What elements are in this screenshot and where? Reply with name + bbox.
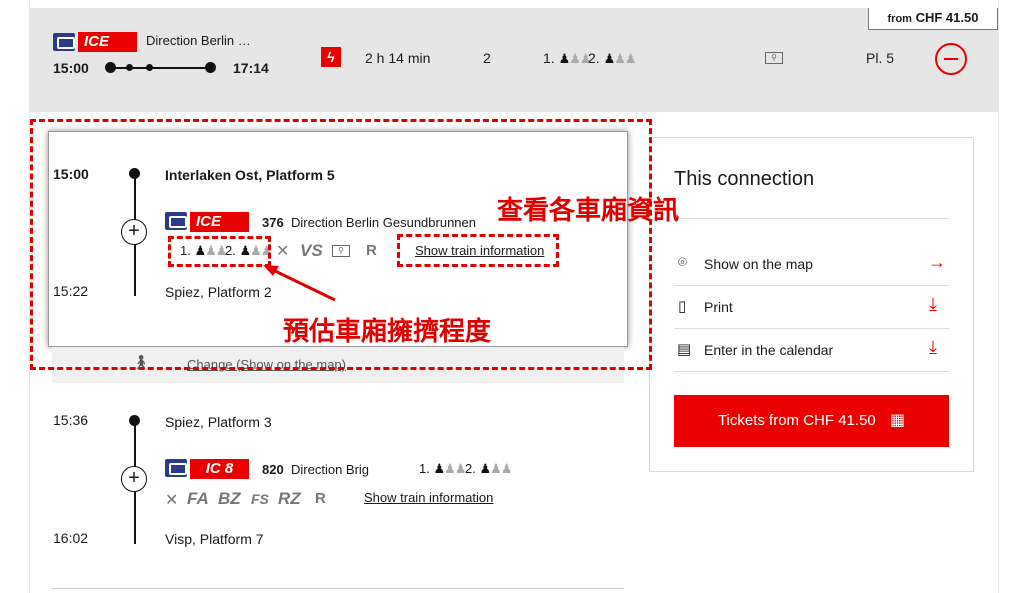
occupancy-first-label: 1. xyxy=(543,50,555,66)
leg2-train-info-link[interactable]: Show train information xyxy=(364,490,493,505)
leg2-direction: Direction Brig xyxy=(291,462,370,477)
occupancy-person-icon: ♟♟♟ xyxy=(603,51,637,66)
print-link[interactable]: Print xyxy=(704,299,733,315)
annotation-arrow-icon xyxy=(263,265,336,302)
feature-r: R xyxy=(315,490,326,507)
realtime-icon: ϟ xyxy=(321,47,341,67)
panel-divider xyxy=(674,285,949,286)
annotation-occupancy: 預估車廂擁擠程度 xyxy=(283,317,492,347)
timeline-end-dot xyxy=(205,62,216,73)
summary-duration: 2 h 14 min xyxy=(365,50,431,66)
leg2-arrive-station: Visp, Platform 7 xyxy=(165,531,264,547)
page-margin-right xyxy=(998,0,1024,593)
download-arrow-icon[interactable]: ⤓ xyxy=(929,294,937,315)
calendar-link[interactable]: Enter in the calendar xyxy=(704,342,833,358)
price-flag: from CHF 41.50 xyxy=(868,8,998,30)
page-margin-left xyxy=(0,0,30,593)
summary-depart-time: 15:00 xyxy=(53,60,89,76)
expand-stops-button[interactable]: + xyxy=(121,466,147,492)
leg2-depart-time: 15:36 xyxy=(53,412,89,428)
train-icon xyxy=(165,459,187,477)
ice-badge: ICE xyxy=(78,32,137,52)
feature-rz: RZ xyxy=(278,489,301,508)
timeline-stop-dot xyxy=(146,64,153,71)
occupancy-first-class: 1. ♟♟♟ xyxy=(543,50,592,67)
occupancy-second-class: 2. ♟♟♟ xyxy=(588,50,637,67)
connection-summary[interactable] xyxy=(30,8,998,112)
feature-fs: FS xyxy=(251,491,269,507)
occupancy-person-icon: ♟♟♟ xyxy=(433,461,466,476)
bicycle-icon: ⚲ xyxy=(765,52,783,64)
panel-title: This connection xyxy=(674,168,815,190)
annotation-car-info: 查看各車廂資訊 xyxy=(497,196,680,226)
summary-changes: 2 xyxy=(483,50,491,66)
summary-platform: Pl. 5 xyxy=(866,50,895,66)
occupancy-second-label: 2. xyxy=(588,50,600,66)
price-flag-prefix: from xyxy=(887,13,912,25)
collapse-button[interactable] xyxy=(935,43,967,75)
panel-divider xyxy=(674,328,949,329)
restaurant-icon: ✕ xyxy=(165,492,179,509)
leg2-train-number: 820 xyxy=(262,462,284,477)
occupancy-second-label: 2. xyxy=(465,461,476,476)
summary-direction: Direction Berlin … xyxy=(146,33,251,48)
occupancy-first-label: 1. xyxy=(419,461,430,476)
tickets-button-label: Tickets from CHF 41.50 xyxy=(717,412,876,429)
summary-arrive-time: 17:14 xyxy=(233,60,269,76)
panel-divider xyxy=(674,218,949,219)
train-icon xyxy=(53,33,75,51)
annotation-frame-info xyxy=(397,234,559,267)
pdf-icon: ▯ xyxy=(678,298,687,315)
tickets-button[interactable]: Tickets from CHF 41.50 ▦ xyxy=(674,395,949,447)
occupancy-person-icon: ♟♟♟ xyxy=(479,461,512,476)
arrow-right-icon[interactable]: → xyxy=(928,252,946,273)
leg2-arrive-time: 16:02 xyxy=(53,530,89,546)
timeline-stop-dot xyxy=(126,64,133,71)
feature-bz: BZ xyxy=(218,489,241,508)
feature-fa: FA xyxy=(187,489,209,508)
leg2-occupancy-second: 2. ♟♟♟ xyxy=(465,461,512,477)
section-divider xyxy=(52,588,624,589)
leg2-depart-station: Spiez, Platform 3 xyxy=(165,414,272,430)
show-on-map-link[interactable]: Show on the map xyxy=(704,256,813,272)
leg2-occupancy-first: 1. ♟♟♟ xyxy=(419,461,466,477)
calendar-icon: ▤ xyxy=(677,341,692,358)
panel-divider xyxy=(674,371,949,372)
ticket-icon: ▦ xyxy=(889,412,906,429)
price-flag-value: CHF 41.50 xyxy=(915,10,979,25)
occupancy-person-icon: ♟♟♟ xyxy=(558,51,592,66)
ic-badge: IC 8 xyxy=(190,459,249,479)
map-pin-icon: ⌾ xyxy=(678,254,688,271)
download-arrow-icon[interactable]: ⤓ xyxy=(929,337,937,358)
